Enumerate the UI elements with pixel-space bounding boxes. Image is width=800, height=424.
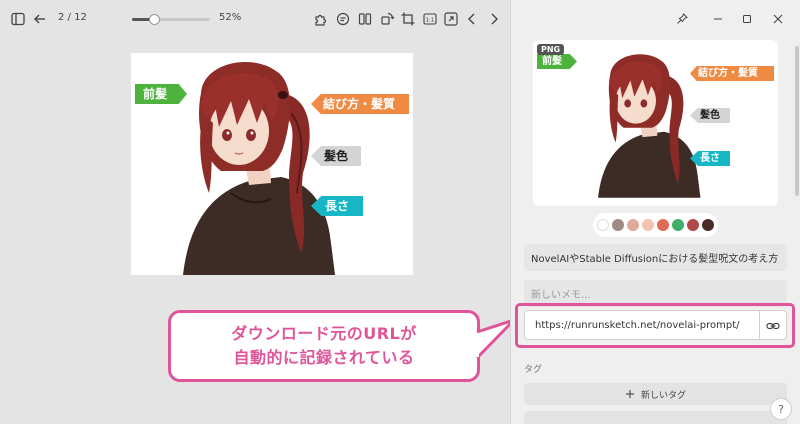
close-icon[interactable] <box>769 10 787 28</box>
panel-scrollbar[interactable] <box>794 38 800 424</box>
rotate-icon[interactable] <box>377 9 397 29</box>
preview-label-length-text: 長さ <box>700 153 720 164</box>
memo-placeholder: 新しいメモ... <box>531 290 591 301</box>
plus-icon <box>625 390 634 398</box>
back-arrow-icon[interactable] <box>30 9 50 29</box>
label-hair-color-text: 髪色 <box>324 149 349 163</box>
zoom-level: 52% <box>219 12 242 23</box>
collapsed-section[interactable] <box>524 411 787 424</box>
callout-line-2: 自動的に記録されている <box>233 348 415 367</box>
color-swatch[interactable] <box>627 219 639 231</box>
info-panel: PNG 前髪 結び方・髪質 髪色 長さ NovelAIやStable Diffu… <box>510 0 800 424</box>
extension-icon[interactable] <box>311 9 331 29</box>
annotation-callout: ダウンロード元のURLが 自動的に記録されている <box>168 310 480 382</box>
panel-scrollbar-thumb[interactable] <box>795 46 799 196</box>
label-length: 長さ <box>311 196 363 216</box>
title-field[interactable]: NovelAIやStable Diffusionにおける髪型呪文の考え方 <box>524 244 787 271</box>
image-viewer: 2 / 12 52% 1:1 前髪 結び方・髪質 髪色 長さ ダウンロード元のU… <box>0 0 516 424</box>
url-divider <box>759 311 760 339</box>
preview-label-color: 髪色 <box>690 108 730 123</box>
label-hair-color: 髪色 <box>311 146 361 166</box>
color-palette <box>593 213 718 237</box>
flip-icon[interactable] <box>355 9 375 29</box>
color-swatch[interactable] <box>612 219 624 231</box>
next-image-icon[interactable] <box>484 9 504 29</box>
zoom-slider-handle[interactable] <box>149 14 161 25</box>
crop-icon[interactable] <box>398 9 418 29</box>
source-url-value: https://runrunsketch.net/novelai-prompt/ <box>535 319 740 331</box>
label-bangs: 前髪 <box>135 84 187 104</box>
label-tie-texture-text: 結び方・髪質 <box>323 97 396 111</box>
preview-thumbnail[interactable]: PNG 前髪 結び方・髪質 髪色 長さ <box>533 40 778 206</box>
file-type-badge: PNG <box>537 44 565 55</box>
minimize-icon[interactable] <box>709 10 727 28</box>
preview-label-length: 長さ <box>690 151 730 166</box>
color-swatch[interactable] <box>597 219 609 231</box>
label-bangs-text: 前髪 <box>143 87 168 101</box>
page-counter: 2 / 12 <box>58 12 87 23</box>
viewer-toolbar: 2 / 12 52% 1:1 <box>0 0 510 38</box>
help-icon: ? <box>778 402 784 416</box>
new-tag-button[interactable]: 新しいタグ <box>524 383 787 405</box>
color-swatch[interactable] <box>687 219 699 231</box>
preview-label-bangs: 前髪 <box>537 54 577 69</box>
preview-illustration <box>598 54 701 198</box>
sidebar-toggle-icon[interactable] <box>8 9 28 29</box>
previous-image-icon[interactable] <box>462 9 482 29</box>
new-tag-label: 新しいタグ <box>640 390 686 401</box>
fit-screen-icon[interactable] <box>441 9 461 29</box>
comment-icon[interactable] <box>333 9 353 29</box>
preview-label-color-text: 髪色 <box>700 110 720 121</box>
preview-label-bangs-text: 前髪 <box>542 56 562 67</box>
preview-label-tie-text: 結び方・髪質 <box>698 68 758 79</box>
label-length-text: 長さ <box>325 199 350 213</box>
actual-size-icon[interactable]: 1:1 <box>420 9 440 29</box>
title-field-value: NovelAIやStable Diffusionにおける髪型呪文の考え方 <box>531 254 779 265</box>
help-button[interactable]: ? <box>770 398 792 420</box>
color-swatch[interactable] <box>672 219 684 231</box>
zoom-slider[interactable] <box>132 14 210 25</box>
preview-label-tie: 結び方・髪質 <box>690 66 774 81</box>
callout-line-1: ダウンロード元のURLが <box>231 324 417 343</box>
source-url-field[interactable]: https://runrunsketch.net/novelai-prompt/ <box>524 310 787 340</box>
maximize-icon[interactable] <box>738 10 756 28</box>
color-swatch[interactable] <box>657 219 669 231</box>
link-icon[interactable] <box>764 317 782 335</box>
label-tie-texture: 結び方・髪質 <box>311 94 409 114</box>
color-swatch[interactable] <box>642 219 654 231</box>
pin-icon[interactable] <box>673 10 691 28</box>
tags-heading: タグ <box>524 365 543 375</box>
svg-text:1:1: 1:1 <box>426 18 435 24</box>
color-swatch[interactable] <box>702 219 714 231</box>
main-image: 前髪 結び方・髪質 髪色 長さ <box>131 53 413 275</box>
